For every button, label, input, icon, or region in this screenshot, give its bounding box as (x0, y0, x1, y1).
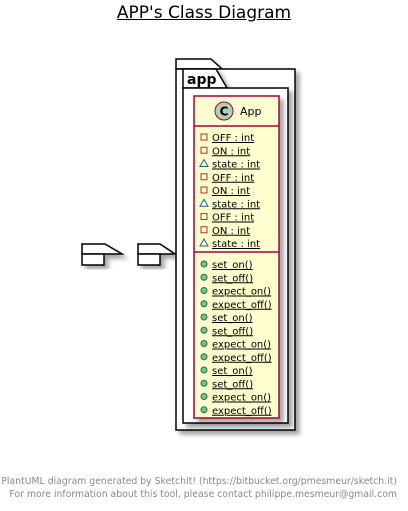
method-row: expect_off() (200, 353, 272, 364)
method-label: set_on() (212, 260, 253, 271)
method-row: expect_on() (200, 340, 271, 351)
class-stereotype-icon: C (214, 101, 234, 121)
public-visibility-icon (200, 326, 208, 334)
method-label: expect_off() (212, 353, 272, 364)
method-label: set_on() (212, 313, 253, 324)
attribute-label: OFF : int (212, 213, 254, 224)
public-visibility-icon (200, 340, 208, 347)
class-stereotype-letter: C (220, 105, 229, 119)
class-diagram-canvas: app C App OFF : int ON : int state : int OF… (81, 58, 296, 431)
public-visibility-icon (200, 366, 208, 374)
footer-generator-note: PlantUML diagram generated by SketchIt! … (1, 476, 397, 487)
footer-contact-note: For more information about this tool, pl… (9, 489, 397, 500)
method-row: expect_on() (200, 393, 271, 404)
public-visibility-icon (200, 393, 208, 400)
attribute-label: state : int (212, 199, 260, 210)
public-visibility-icon (200, 379, 208, 387)
method-label: expect_off() (212, 300, 272, 311)
app-package-label: app (187, 72, 217, 88)
method-row: expect_off() (200, 406, 272, 417)
class-name: App (240, 105, 262, 118)
attribute-label: state : int (212, 239, 260, 250)
method-label: expect_on() (212, 393, 271, 404)
method-label: expect_on() (212, 340, 271, 351)
public-visibility-icon (200, 406, 208, 414)
attribute-label: OFF : int (212, 133, 254, 144)
public-visibility-icon (200, 313, 208, 321)
attribute-label: ON : int (212, 146, 250, 157)
method-row: expect_on() (200, 287, 271, 298)
public-visibility-icon (200, 300, 208, 308)
method-label: set_off() (212, 326, 253, 337)
method-row: expect_off() (200, 300, 272, 311)
public-visibility-icon (200, 287, 208, 294)
method-label: expect_off() (212, 406, 272, 417)
public-visibility-icon (200, 273, 208, 281)
method-label: set_off() (212, 273, 253, 284)
attribute-label: ON : int (212, 186, 250, 197)
method-label: set_on() (212, 366, 253, 377)
method-label: set_off() (212, 379, 253, 390)
attribute-label: OFF : int (212, 173, 254, 184)
empty-package-2 (137, 243, 178, 266)
attribute-label: ON : int (212, 226, 250, 237)
method-label: expect_on() (212, 287, 271, 298)
empty-package-1 (81, 243, 125, 266)
attribute-label: state : int (212, 160, 260, 171)
public-visibility-icon (200, 260, 208, 268)
public-visibility-icon (200, 353, 208, 361)
